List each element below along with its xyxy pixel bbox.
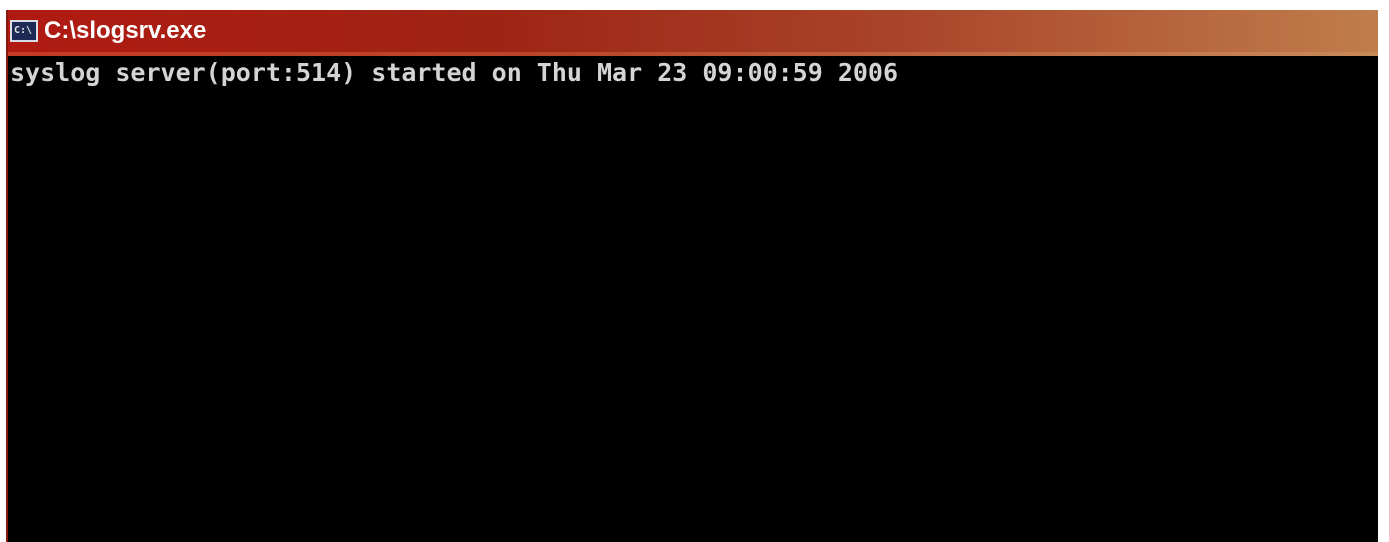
console-line: syslog server(port:514) started on Thu M…: [10, 58, 899, 87]
titlebar-divider: [8, 52, 1378, 56]
window-titlebar[interactable]: C:\ C:\slogsrv.exe: [8, 10, 1378, 52]
console-window: C:\ C:\slogsrv.exe syslog server(port:51…: [6, 10, 1378, 542]
console-icon[interactable]: C:\: [10, 20, 38, 42]
console-output[interactable]: syslog server(port:514) started on Thu M…: [8, 58, 1378, 542]
window-title: C:\slogsrv.exe: [44, 17, 207, 44]
